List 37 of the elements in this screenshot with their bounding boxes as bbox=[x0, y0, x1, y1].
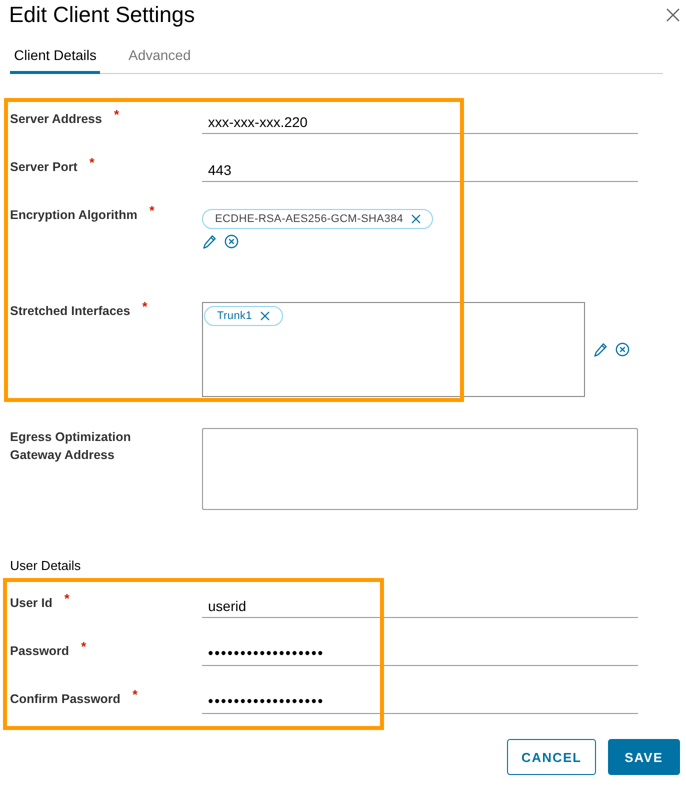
required-marker: * bbox=[132, 687, 138, 702]
required-marker: * bbox=[149, 203, 154, 218]
clear-icon[interactable] bbox=[224, 234, 239, 249]
remove-icon[interactable] bbox=[260, 311, 270, 321]
dialog-title: Edit Client Settings bbox=[8, 1, 195, 29]
field-label: Egress Optimization Gateway Address bbox=[10, 429, 132, 464]
edit-icon[interactable] bbox=[593, 342, 608, 357]
input-field[interactable]: •••••••••••••••••• bbox=[202, 690, 638, 714]
input-field[interactable]: xxx-xxx-xxx.220 bbox=[202, 110, 638, 134]
cancel-button[interactable]: CANCEL bbox=[507, 739, 596, 775]
tab[interactable]: Advanced bbox=[124, 47, 195, 74]
required-marker: * bbox=[89, 155, 94, 170]
tab[interactable]: Client Details bbox=[10, 47, 100, 74]
field-label: Encryption Algorithm bbox=[10, 207, 138, 224]
field-label: Password bbox=[10, 643, 70, 660]
field-label: Confirm Password bbox=[10, 691, 120, 708]
field-label: Server Address bbox=[10, 111, 102, 128]
chip-input-field[interactable]: Trunk1 bbox=[202, 302, 585, 397]
close-icon[interactable] bbox=[666, 8, 680, 22]
field-label: Server Port bbox=[10, 159, 78, 176]
chip[interactable]: Trunk1 bbox=[204, 306, 284, 326]
textarea-field[interactable] bbox=[202, 428, 638, 510]
section-heading: User Details bbox=[9, 557, 82, 575]
required-marker: * bbox=[81, 639, 86, 654]
remove-icon[interactable] bbox=[411, 214, 422, 224]
input-field[interactable]: 443 bbox=[202, 158, 638, 182]
edit-icon[interactable] bbox=[202, 234, 217, 249]
input-field[interactable]: •••••••••••••••••• bbox=[202, 642, 638, 666]
required-marker: * bbox=[142, 299, 148, 314]
required-marker: * bbox=[114, 107, 120, 122]
save-button[interactable]: SAVE bbox=[608, 739, 680, 775]
input-field[interactable]: userid bbox=[202, 594, 638, 618]
required-marker: * bbox=[64, 591, 70, 606]
clear-icon[interactable] bbox=[615, 342, 630, 357]
field-label: Stretched Interfaces bbox=[10, 303, 130, 320]
chip[interactable]: ECDHE-RSA-AES256-GCM-SHA384 bbox=[202, 209, 434, 229]
field-label: User Id bbox=[10, 595, 52, 612]
